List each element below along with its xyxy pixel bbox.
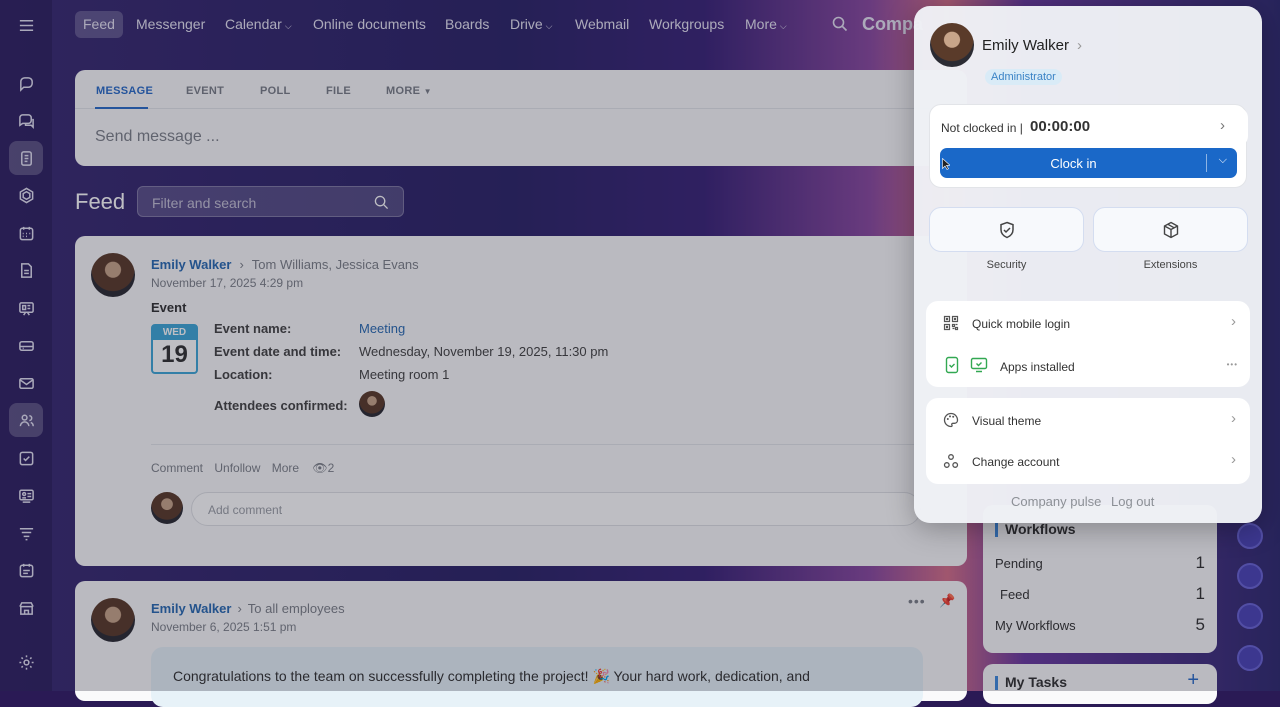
quick-mobile-login-label: Quick mobile login (972, 317, 1071, 331)
cube-icon (1163, 221, 1179, 239)
clock-in-label: Clock in (1050, 156, 1097, 171)
desktop-app-icon (970, 357, 988, 373)
qr-code-icon (943, 315, 959, 331)
shield-icon (1000, 221, 1014, 239)
mouse-cursor-icon (942, 158, 950, 170)
mobile-app-icon (945, 356, 959, 374)
apps-installed-row[interactable]: Apps installed ••• (926, 344, 1250, 387)
profile-name[interactable]: Emily Walker › (982, 37, 1082, 54)
log-out-link[interactable]: Log out (1111, 494, 1154, 509)
chevron-right-icon: › (1231, 451, 1236, 468)
company-pulse-link[interactable]: Company pulse (1011, 494, 1101, 509)
chevron-down-icon[interactable]: ⌵ (1219, 154, 1227, 167)
more-dots-icon[interactable]: ••• (1227, 360, 1238, 369)
apps-installed-label: Apps installed (1000, 360, 1075, 374)
palette-icon (943, 412, 959, 428)
chevron-right-icon: › (1231, 410, 1236, 427)
profile-avatar[interactable] (930, 23, 974, 67)
change-account-row[interactable]: Change account › (926, 441, 1250, 484)
profile-popup: Emily Walker › Administrator Not clocked … (914, 6, 1262, 523)
button-separator (1206, 154, 1207, 172)
security-button[interactable] (929, 207, 1084, 252)
chevron-right-icon: › (1076, 37, 1082, 54)
chevron-right-icon: › (1220, 117, 1225, 134)
switch-account-icon (943, 454, 959, 468)
account-section: Visual theme › Change account › (926, 398, 1250, 484)
extensions-label: Extensions (1143, 259, 1198, 271)
chevron-right-icon: › (1231, 313, 1236, 330)
clock-box: Not clocked in | 00:00:00 › Clock in ⌵ (929, 104, 1247, 188)
timesheet-arrow-button[interactable]: › (1205, 110, 1245, 144)
visual-theme-row[interactable]: Visual theme › (926, 398, 1250, 441)
clock-status: Not clocked in | (941, 121, 1023, 135)
quick-mobile-login-row[interactable]: Quick mobile login › (926, 301, 1250, 344)
visual-theme-label: Visual theme (972, 414, 1042, 428)
clock-in-button[interactable]: Clock in ⌵ (940, 148, 1237, 178)
extensions-button[interactable] (1093, 207, 1248, 252)
change-account-label: Change account (972, 455, 1060, 469)
role-badge: Administrator (985, 69, 1062, 85)
clock-time: 00:00:00 (1030, 118, 1091, 135)
security-label: Security (986, 259, 1027, 271)
device-section: Quick mobile login › Apps installed ••• (926, 301, 1250, 387)
profile-name-label: Emily Walker (982, 37, 1069, 54)
